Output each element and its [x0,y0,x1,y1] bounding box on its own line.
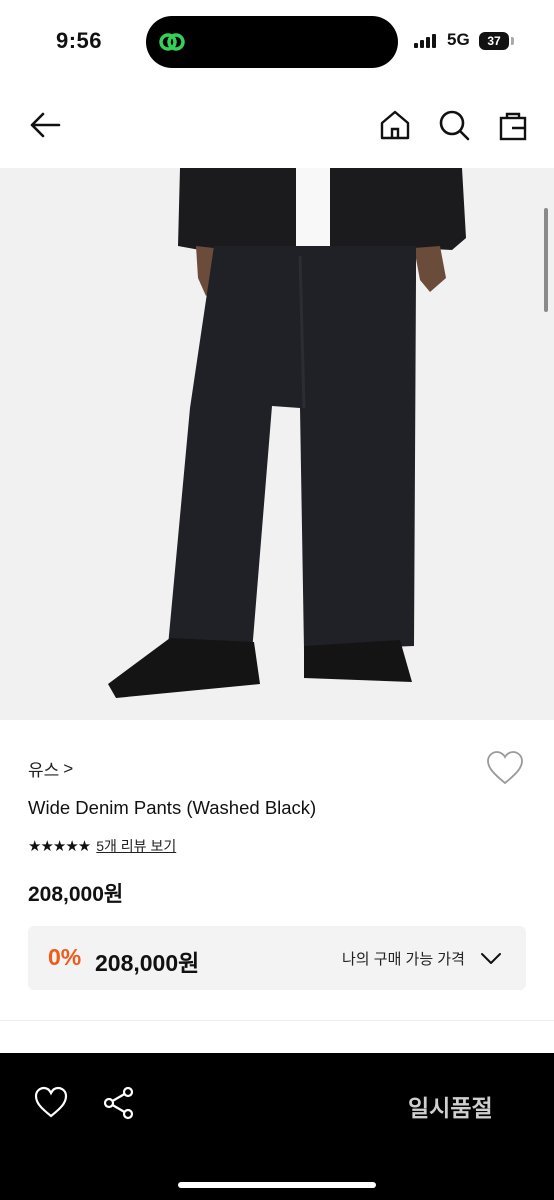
rating-row: ★★★★★ 5개 리뷰 보기 [28,836,176,856]
my-price-dropdown[interactable]: 0% 208,000원 나의 구매 가능 가격 [28,926,526,990]
chevron-down-icon [481,953,501,964]
heart-icon[interactable] [34,1086,68,1120]
sold-out-button[interactable]: 일시품절 [408,1089,493,1123]
product-photo-wide-denim [0,168,554,720]
product-name: Wide Denim Pants (Washed Black) [28,797,317,818]
share-icon[interactable] [102,1086,136,1120]
review-link[interactable]: 5개 리뷰 보기 [96,836,176,856]
signal-icon [414,34,436,48]
network-label: 5G [447,30,470,49]
shopping-bag-icon[interactable] [496,108,530,142]
chevron-right-icon: > [63,758,74,778]
brand-name: 유스 [28,761,60,780]
search-icon[interactable] [437,108,471,142]
battery-cap [511,37,514,45]
status-bar: 9:56 5G 37 [0,0,554,84]
status-time: 9:56 [56,28,103,53]
dynamic-island [146,16,398,68]
battery-icon: 37 [479,32,509,50]
my-price-label: 나의 구매 가능 가격 [342,951,465,968]
product-price: 208,000원 [28,883,124,906]
discount-rate: 0% [48,944,82,970]
star-rating: ★★★★★ [28,838,91,855]
bottom-action-bar: 일시품절 [0,1053,554,1200]
my-price-value: 208,000원 [95,950,200,976]
wishlist-heart-icon[interactable] [486,750,524,786]
section-divider [0,1020,554,1021]
top-nav [0,84,554,168]
arrow-left-icon[interactable] [28,108,62,142]
link-app-icon [159,33,185,51]
scrollbar[interactable] [544,208,548,312]
product-image[interactable] [0,168,554,720]
home-indicator[interactable] [178,1182,376,1188]
home-icon[interactable] [378,108,412,142]
brand-link[interactable]: 유스 > [28,756,73,781]
